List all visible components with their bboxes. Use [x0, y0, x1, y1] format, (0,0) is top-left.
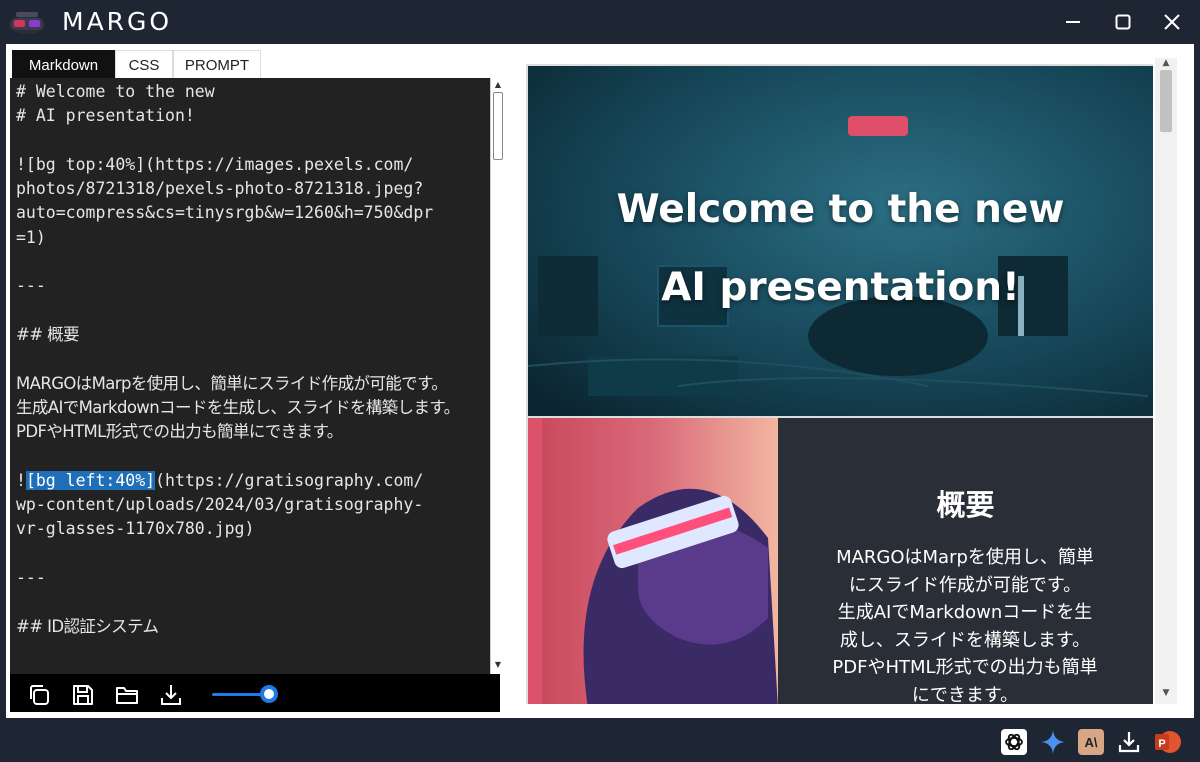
preview-scroll-up-icon[interactable]: ▲ — [1160, 58, 1172, 68]
copy-icon — [30, 685, 49, 705]
gemini-icon — [1041, 730, 1065, 754]
minimize-icon — [1066, 21, 1080, 23]
powerpoint-icon: P — [1155, 731, 1181, 753]
download-icon — [1118, 732, 1140, 753]
app-title: MARGO — [62, 7, 173, 36]
slide-preview: Welcome to the new AI presentation! 概要 M… — [526, 64, 1153, 704]
slide2-body-line: 生成AIでMarkdownコードを生 — [837, 602, 1093, 623]
slide1-title: Welcome to the new AI presentation! — [528, 171, 1153, 327]
main-frame: Markdown CSS PROMPT # Welcome to the new… — [6, 44, 1194, 718]
code-text[interactable]: # Welcome to the new # AI presentation! … — [16, 80, 484, 670]
scroll-down-icon[interactable]: ▼ — [493, 660, 503, 670]
code-line: --- — [16, 567, 46, 587]
code-line-selection: ![bg left:40%](https://gratisography.com… — [16, 469, 484, 493]
close-icon — [1164, 14, 1180, 30]
tab-prompt[interactable]: PROMPT — [173, 50, 261, 78]
maximize-button[interactable] — [1108, 8, 1138, 36]
slide2-body-line: にできます。 — [911, 684, 1019, 705]
code-line: PDFやHTML形式での出力も簡単にできます。 — [16, 422, 343, 442]
minimize-button[interactable] — [1058, 8, 1088, 36]
anthropic-icon: A\ — [1078, 729, 1104, 755]
slide2-heading: 概要 — [936, 488, 995, 522]
anthropic-label: A\ — [1085, 735, 1098, 750]
slide2-vr-glasses-image — [528, 418, 778, 704]
slide1-title-line2: AI presentation! — [661, 265, 1020, 310]
chatgpt-icon — [1001, 729, 1027, 755]
chatgpt-button[interactable] — [1000, 728, 1028, 756]
maximize-icon — [1115, 14, 1131, 30]
anthropic-button[interactable]: A\ — [1077, 728, 1105, 756]
code-url: (https://gratisography.com/ — [155, 470, 424, 490]
tab-css[interactable]: CSS — [115, 50, 173, 78]
slide-title: Welcome to the new AI presentation! — [528, 66, 1153, 416]
title-bar: MARGO — [0, 0, 1200, 44]
tab-markdown[interactable]: Markdown — [12, 50, 115, 78]
close-button[interactable] — [1157, 8, 1187, 36]
code-line: photos/8721318/pexels-photo-8721318.jpeg… — [16, 179, 424, 199]
download-all-button[interactable] — [1115, 728, 1143, 756]
slide2-body-line: MARGOはMarpを使用し、簡単 — [836, 547, 1094, 568]
code-line: ![bg top:40%](https://images.pexels.com/ — [16, 154, 414, 174]
slide2-body-line: にスライド作成が可能です。 — [848, 574, 1082, 596]
code-bang: ! — [16, 470, 26, 490]
code-line: =1) — [16, 227, 46, 247]
powerpoint-label: P — [1158, 738, 1165, 750]
open-folder-button[interactable] — [114, 682, 140, 708]
code-line: auto=compress&cs=tinysrgb&w=1260&h=750&d… — [16, 203, 434, 223]
code-line: 生成AIでMarkdownコードを生成し、スライドを構築します。 — [16, 397, 460, 417]
save-icon — [73, 685, 93, 705]
scroll-up-icon[interactable]: ▲ — [493, 80, 503, 90]
download-button[interactable] — [158, 682, 184, 708]
slide2-body: MARGOはMarpを使用し、簡単 にスライド作成が可能です。 生成AIでMar… — [806, 544, 1124, 704]
code-line: vr-glasses-1170x780.jpg) — [16, 519, 255, 539]
code-line: --- — [16, 276, 46, 296]
preview-scroll-down-icon[interactable]: ▼ — [1160, 688, 1172, 698]
save-button[interactable] — [70, 682, 96, 708]
zoom-slider-handle[interactable] — [260, 685, 278, 703]
code-line: wp-content/uploads/2024/03/gratisography… — [16, 495, 424, 515]
slide1-title-line1: Welcome to the new — [616, 187, 1065, 232]
markdown-editor[interactable]: # Welcome to the new # AI presentation! … — [10, 78, 504, 674]
gemini-button[interactable] — [1039, 728, 1067, 756]
copy-button[interactable] — [26, 682, 52, 708]
preview-scroll-thumb[interactable] — [1160, 70, 1172, 132]
code-line: # AI presentation! — [16, 106, 195, 126]
slide2-body-line: PDFやHTML形式での出力も簡単 — [832, 657, 1098, 678]
editor-scrollbar[interactable]: ▲ ▼ — [490, 78, 504, 674]
folder-icon — [116, 687, 138, 704]
download-icon — [161, 685, 181, 705]
selected-text: [bg left:40%] — [25, 470, 156, 490]
code-line: # Welcome to the new — [16, 82, 215, 101]
slide2-body-line: 成し、スライドを構築します。 — [839, 629, 1091, 651]
slide-overview: 概要 MARGOはMarpを使用し、簡単 にスライド作成が可能です。 生成AIで… — [528, 418, 1153, 704]
code-line: ## 概要 — [16, 324, 80, 344]
preview-scrollbar[interactable]: ▲ ▼ — [1155, 58, 1177, 704]
code-line: ## ID認証システム — [16, 616, 159, 636]
powerpoint-button[interactable]: P — [1153, 728, 1181, 756]
editor-toolbar — [10, 674, 500, 712]
code-line: MARGOはMarpを使用し、簡単にスライド作成が可能です。 — [16, 373, 448, 393]
editor-scroll-thumb[interactable] — [493, 92, 503, 160]
app-logo-icon — [6, 6, 48, 38]
